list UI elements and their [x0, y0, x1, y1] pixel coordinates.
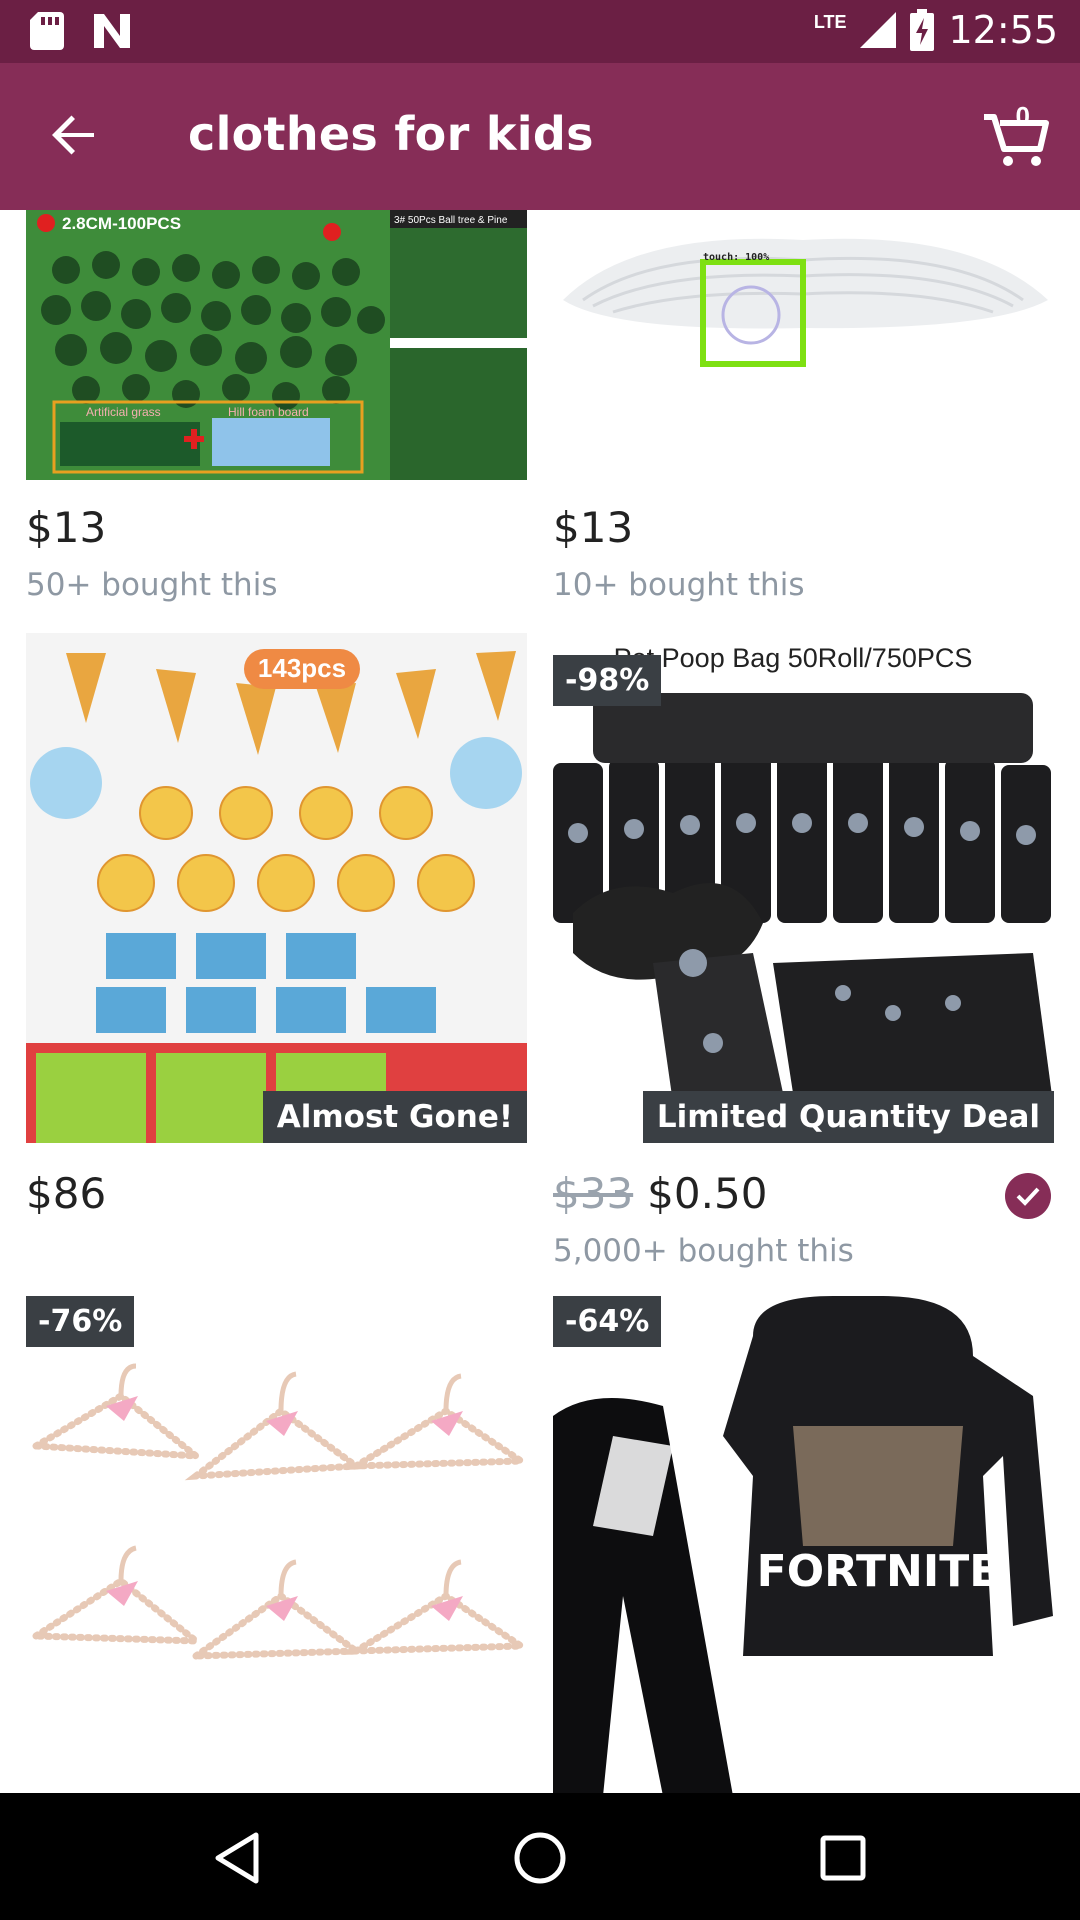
image-text: 2.8CM-100PCS [62, 214, 181, 233]
nav-home-button[interactable] [505, 1823, 575, 1893]
image-text: 143pcs [258, 653, 346, 683]
image-text: Hill foam board [228, 405, 309, 419]
deal-badge: Limited Quantity Deal [642, 1091, 1054, 1143]
system-nav-bar [0, 1793, 1080, 1920]
product-card[interactable]: FORTNITE -64% [553, 1296, 1054, 1793]
product-image: touch: 100% [553, 210, 1054, 480]
price: $13 [26, 503, 107, 552]
bought-count: 5,000+ bought this [553, 1233, 854, 1269]
home-circle-icon [514, 1832, 566, 1884]
page-title: clothes for kids [188, 107, 594, 161]
product-image: -76% [26, 1296, 527, 1793]
lte-label: LTE [813, 11, 847, 32]
product-image: FORTNITE -64% [553, 1296, 1054, 1793]
cart-count: 0 [1015, 101, 1030, 131]
bought-count: 10+ bought this [553, 567, 805, 603]
sd-card-icon [30, 12, 64, 50]
recents-square-icon [820, 1835, 866, 1881]
battery-charging-icon [910, 9, 935, 51]
verified-badge [1005, 1173, 1051, 1219]
bought-count: 50+ bought this [26, 567, 278, 603]
arrow-back-icon [52, 115, 94, 155]
back-button[interactable] [42, 103, 106, 167]
image-text: FORTNITE [757, 1546, 1000, 1597]
notification-n-icon [94, 14, 130, 48]
touch-overlay: touch: 100% [703, 252, 769, 263]
product-grid: Artificial grass Hill foam board 2.8CM-1… [0, 210, 1080, 1793]
image-text: Artificial grass [86, 405, 161, 419]
signal-icon [860, 12, 897, 48]
app-bar: clothes for kids 0 [0, 63, 1080, 210]
check-icon [1016, 1187, 1040, 1206]
image-text: 3# 50Pcs Ball tree & Pine [394, 215, 508, 226]
price: $86 [26, 1169, 107, 1218]
product-card[interactable]: Pet Poop Bag 50Roll/750PCS -98% Limited … [553, 633, 1054, 1273]
price: $13 [553, 503, 634, 552]
nav-back-button[interactable] [202, 1823, 272, 1893]
back-triangle-icon [215, 1832, 259, 1884]
clock: 12:55 [948, 8, 1058, 52]
product-image: Pet Poop Bag 50Roll/750PCS -98% Limited … [553, 633, 1054, 1143]
original-price: $33 [553, 1169, 634, 1218]
product-image: 143pcs Almost Gone! [26, 633, 527, 1143]
product-card[interactable]: touch: 100% $13 10+ bought this [553, 210, 1054, 620]
discount-badge: -98% [553, 655, 662, 706]
discount-badge: -76% [26, 1296, 135, 1347]
discount-badge: -64% [553, 1296, 662, 1347]
deal-badge: Almost Gone! [262, 1091, 527, 1143]
product-card[interactable]: -76% [26, 1296, 527, 1793]
status-bar: LTE 12:55 [0, 0, 1080, 63]
product-card[interactable]: Artificial grass Hill foam board 2.8CM-1… [26, 210, 527, 620]
nav-recents-button[interactable] [808, 1823, 878, 1893]
product-card[interactable]: 143pcs Almost Gone! $86 [26, 633, 527, 1273]
price: $0.50 [647, 1169, 768, 1218]
product-image: Artificial grass Hill foam board 2.8CM-1… [26, 210, 527, 480]
image-text: Pet Poop Bag 50Roll/750PCS [614, 643, 973, 673]
